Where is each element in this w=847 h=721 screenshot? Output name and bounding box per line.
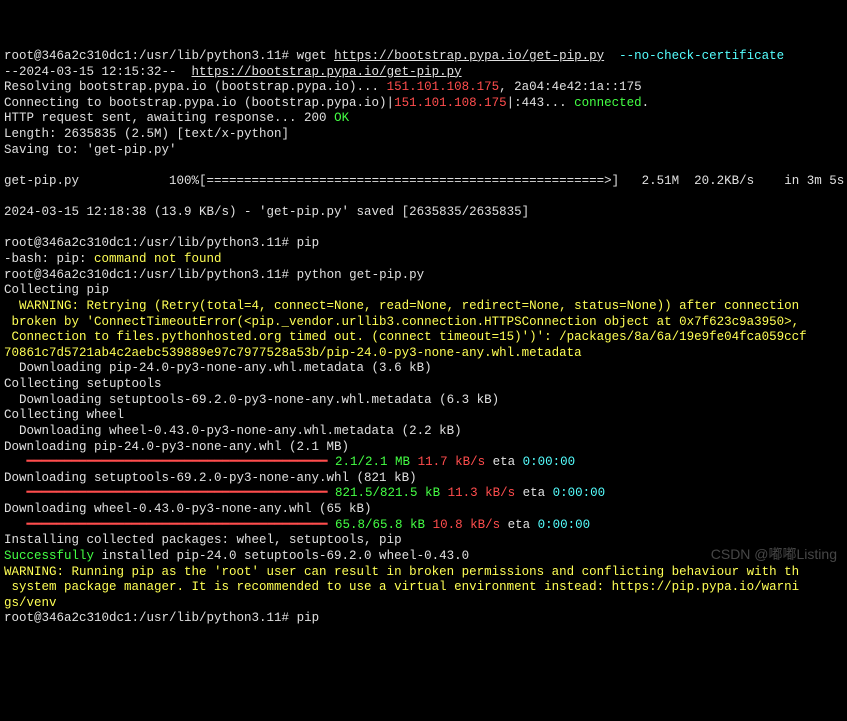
wget-url-echo: https://bootstrap.pypa.io/get-pip.py [192, 65, 462, 79]
progress-name: get-pip.py [4, 174, 79, 188]
root-warn-1: WARNING: Running pip as the 'root' user … [4, 565, 799, 579]
bash-err-b: command not found [94, 252, 222, 266]
root-warn-2: system package manager. It is recommende… [4, 580, 799, 594]
resolve-text-2: , 2a04:4e42:1a::175 [499, 80, 642, 94]
setup-eta: 0:00:00 [553, 486, 606, 500]
bash-err-a: -bash: pip: [4, 252, 94, 266]
dl-wheel: Downloading wheel-0.43.0-py3-none-any.wh… [4, 502, 372, 516]
collect-pip: Collecting pip [4, 283, 109, 297]
success-text: installed pip-24.0 setuptools-69.2.0 whe… [94, 549, 469, 563]
collect-setuptools: Collecting setuptools [4, 377, 162, 391]
setup-size: 821.5/821.5 kB [335, 486, 440, 500]
progress-bar: [=======================================… [199, 174, 619, 188]
length-text: Length: 2635835 (2.5M) [text/x-python] [4, 127, 289, 141]
wheel-size: 65.8/65.8 kB [335, 518, 425, 532]
pip-eta: 0:00:00 [523, 455, 576, 469]
cmd-python: python get-pip.py [297, 268, 425, 282]
wheel-bar: ━━━━━━━━━━━━━━━━━━━━━━━━━━━━━━━━━━━━━━━━ [4, 518, 328, 532]
cmd-wget: wget [297, 49, 327, 63]
setup-bar: ━━━━━━━━━━━━━━━━━━━━━━━━━━━━━━━━━━━━━━━━ [4, 486, 328, 500]
connect-text: Connecting to bootstrap.pypa.io (bootstr… [4, 96, 394, 110]
wheel-speed: 10.8 kB/s [433, 518, 501, 532]
cmd-pip-2: pip [297, 611, 320, 625]
cmd-pip: pip [297, 236, 320, 250]
dot: . [642, 96, 650, 110]
pip-eta-lbl: eta [493, 455, 516, 469]
pip-size: 2.1/2.1 MB [335, 455, 410, 469]
warn-line-4: 70861c7d5721ab4c2aebc539889e97c7977528a5… [4, 346, 582, 360]
prompt: root@346a2c310dc1:/usr/lib/python3.11# [4, 49, 289, 63]
terminal-output[interactable]: root@346a2c310dc1:/usr/lib/python3.11# w… [4, 49, 843, 627]
connected-status: connected [574, 96, 642, 110]
dl-pip-meta: Downloading pip-24.0-py3-none-any.whl.me… [4, 361, 432, 375]
setup-speed: 11.3 kB/s [448, 486, 516, 500]
progress-eta: in 3m 5s [784, 174, 844, 188]
ip-resolved: 151.101.108.175 [387, 80, 500, 94]
resolve-text: Resolving bootstrap.pypa.io (bootstrap.p… [4, 80, 387, 94]
progress-speed: 20.2KB/s [694, 174, 754, 188]
dl-setup-meta: Downloading setuptools-69.2.0-py3-none-a… [4, 393, 499, 407]
warn-line-1: WARNING: Retrying (Retry(total=4, connec… [4, 299, 799, 313]
prompt-2: root@346a2c310dc1:/usr/lib/python3.11# [4, 236, 289, 250]
wget-url: https://bootstrap.pypa.io/get-pip.py [334, 49, 604, 63]
http-ok: OK [334, 111, 349, 125]
dl-wheel-meta: Downloading wheel-0.43.0-py3-none-any.wh… [4, 424, 462, 438]
wget-flag: --no-check-certificate [619, 49, 784, 63]
wheel-eta: 0:00:00 [538, 518, 591, 532]
collect-wheel: Collecting wheel [4, 408, 124, 422]
prompt-4: root@346a2c310dc1:/usr/lib/python3.11# [4, 611, 289, 625]
ts-start: --2024-03-15 12:15:32-- [4, 65, 192, 79]
warn-line-3: Connection to files.pythonhosted.org tim… [4, 330, 807, 344]
install-text: Installing collected packages: wheel, se… [4, 533, 402, 547]
pip-bar: ━━━━━━━━━━━━━━━━━━━━━━━━━━━━━━━━━━━━━━━━ [4, 455, 328, 469]
saving-text: Saving to: 'get-pip.py' [4, 143, 177, 157]
dl-setup: Downloading setuptools-69.2.0-py3-none-a… [4, 471, 417, 485]
ts-end: 2024-03-15 12:18:38 (13.9 KB/s) - 'get-p… [4, 205, 529, 219]
progress-size: 2.51M [642, 174, 680, 188]
warn-line-2: broken by 'ConnectTimeoutError(<pip._ven… [4, 315, 799, 329]
connect-text-2: |:443... [507, 96, 575, 110]
dl-pip: Downloading pip-24.0-py3-none-any.whl (2… [4, 440, 349, 454]
progress-pct: 100% [169, 174, 199, 188]
setup-eta-lbl: eta [523, 486, 546, 500]
root-warn-3: gs/venv [4, 596, 57, 610]
success-label: Successfully [4, 549, 94, 563]
ip-connect: 151.101.108.175 [394, 96, 507, 110]
prompt-3: root@346a2c310dc1:/usr/lib/python3.11# [4, 268, 289, 282]
wheel-eta-lbl: eta [508, 518, 531, 532]
http-text: HTTP request sent, awaiting response... … [4, 111, 334, 125]
pip-speed: 11.7 kB/s [418, 455, 486, 469]
